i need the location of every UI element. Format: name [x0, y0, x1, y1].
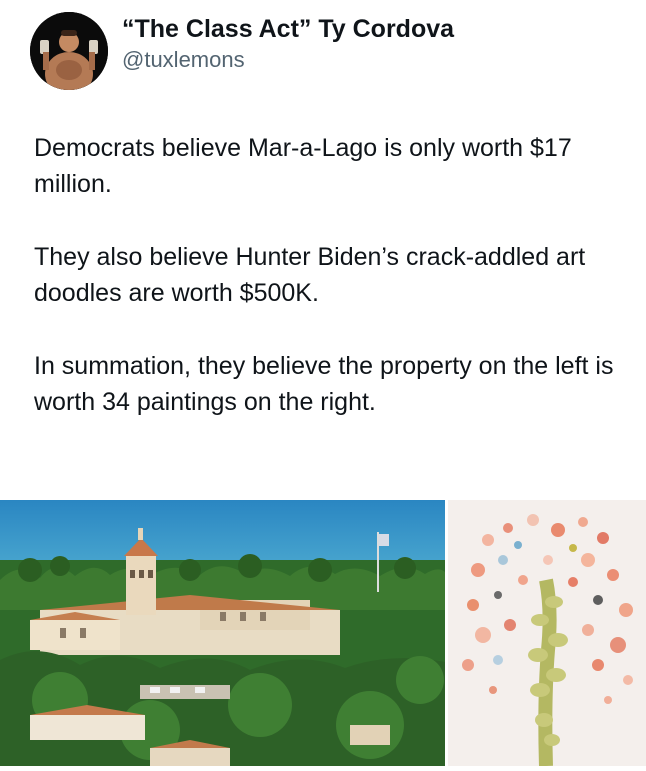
avatar[interactable] [30, 12, 108, 90]
painting-icon [448, 500, 646, 767]
profile-photo-icon [30, 12, 108, 90]
tweet-paragraph: Democrats believe Mar-a-Lago is only wor… [34, 134, 572, 198]
estate-photo-icon [0, 500, 445, 766]
tweet-media [0, 500, 646, 767]
tweet-body: Democrats believe Mar-a-Lago is only wor… [34, 130, 634, 457]
aerial-photo-estate[interactable] [0, 500, 445, 766]
author-handle[interactable]: @tuxlemons [122, 46, 454, 74]
tweet-header: “The Class Act” Ty Cordova @tuxlemons [30, 12, 454, 90]
tweet-paragraph: In summation, they believe the property … [34, 352, 614, 416]
author-display-name[interactable]: “The Class Act” Ty Cordova [122, 14, 454, 44]
tweet-paragraph: They also believe Hunter Biden’s crack-a… [34, 243, 586, 307]
painting-abstract-dots[interactable] [448, 500, 646, 767]
